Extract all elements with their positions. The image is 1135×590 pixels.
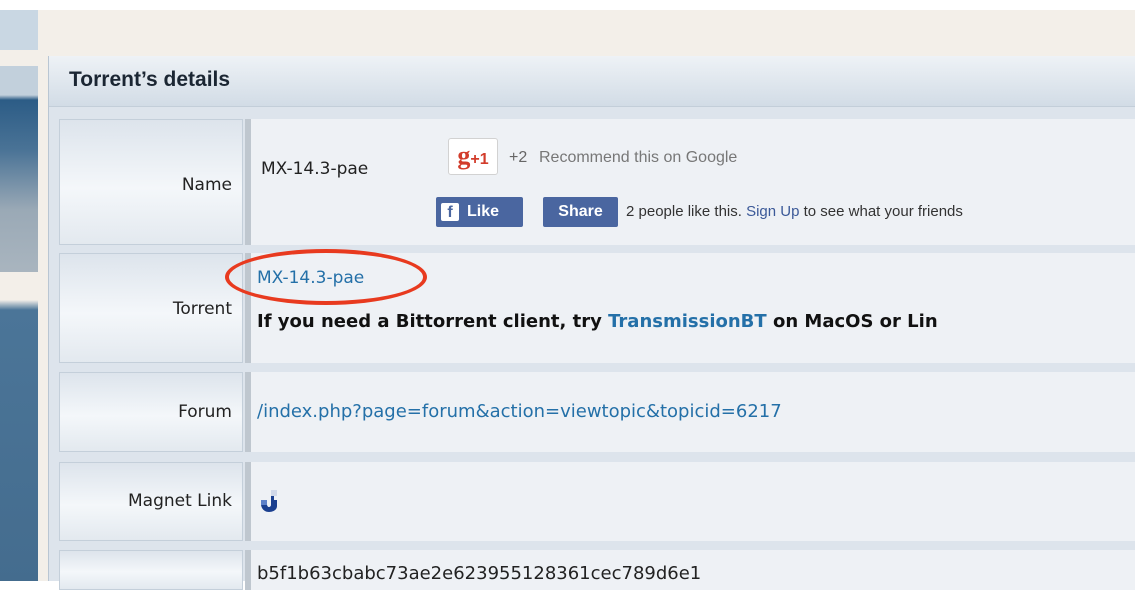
facebook-signup-link[interactable]: Sign Up xyxy=(746,203,799,220)
client-suffix: on MacOS or Lin xyxy=(772,311,938,332)
like-count-text: 2 people like this. xyxy=(626,203,742,220)
like-label: Like xyxy=(467,203,500,220)
gplus-count: +2 xyxy=(509,149,528,166)
row-label: Magnet Link xyxy=(59,462,243,541)
panel-title: Torrent’s details xyxy=(69,68,231,91)
magnet-icon[interactable] xyxy=(257,488,281,514)
gplus-plus: +1 xyxy=(470,151,489,168)
left-gap xyxy=(38,56,48,581)
panel-header: Torrent’s details xyxy=(49,56,1135,107)
row-value xyxy=(245,462,1135,541)
magnet-label: Magnet Link xyxy=(128,491,232,511)
signup-suffix-text: to see what your friends xyxy=(803,203,963,220)
forum-label: Forum xyxy=(178,402,232,422)
row-value: MX-14.3-pae If you need a Bittorrent cli… xyxy=(225,249,1135,363)
forum-link[interactable]: /index.php?page=forum&action=viewtopic&t… xyxy=(257,401,782,422)
client-prefix: If you need a Bittorrent client, try xyxy=(257,311,602,332)
torrent-file-link[interactable]: MX-14.3-pae xyxy=(257,268,364,288)
left-sidebar-strip xyxy=(0,10,38,581)
facebook-icon: f xyxy=(441,203,459,221)
name-label: Name xyxy=(181,175,232,195)
row-forum: Forum /index.php?page=forum&action=viewt… xyxy=(59,372,1135,452)
row-name: Name MX-14.3-pae g+1 +2 Recommend this o… xyxy=(59,119,1135,245)
row-magnet: Magnet Link xyxy=(59,462,1135,541)
gplus-icon: g xyxy=(457,141,471,170)
client-recommendation: If you need a Bittorrent client, try Tra… xyxy=(257,311,938,332)
torrent-details-panel: Torrent’s details Name MX-14.3-pae g+1 +… xyxy=(48,56,1135,590)
row-label xyxy=(59,550,243,590)
facebook-share-button[interactable]: Share xyxy=(543,197,618,227)
facebook-like-button[interactable]: f Like xyxy=(436,197,523,227)
row-label: Torrent xyxy=(59,253,243,363)
page-top-band xyxy=(0,0,1135,10)
row-value: /index.php?page=forum&action=viewtopic&t… xyxy=(245,372,1135,452)
row-value: MX-14.3-pae g+1 +2 Recommend this on Goo… xyxy=(245,119,1135,245)
transmission-link[interactable]: TransmissionBT xyxy=(608,311,767,332)
row-label: Forum xyxy=(59,372,243,452)
facebook-like-text: 2 people like this. Sign Up to see what … xyxy=(626,203,963,220)
row-value: b5f1b63cbabc73ae2e623955128361cec789d6e1 xyxy=(245,550,1135,590)
gplus-button[interactable]: g+1 xyxy=(448,138,498,175)
row-hash: b5f1b63cbabc73ae2e623955128361cec789d6e1 xyxy=(59,550,1135,590)
row-torrent: Torrent MX-14.3-pae If you need a Bittor… xyxy=(59,249,1135,363)
torrent-name: MX-14.3-pae xyxy=(261,159,369,179)
gplus-recommend-text: Recommend this on Google xyxy=(539,149,738,166)
torrent-label: Torrent xyxy=(172,299,232,319)
page-background xyxy=(0,10,1135,56)
row-label: Name xyxy=(59,119,243,245)
